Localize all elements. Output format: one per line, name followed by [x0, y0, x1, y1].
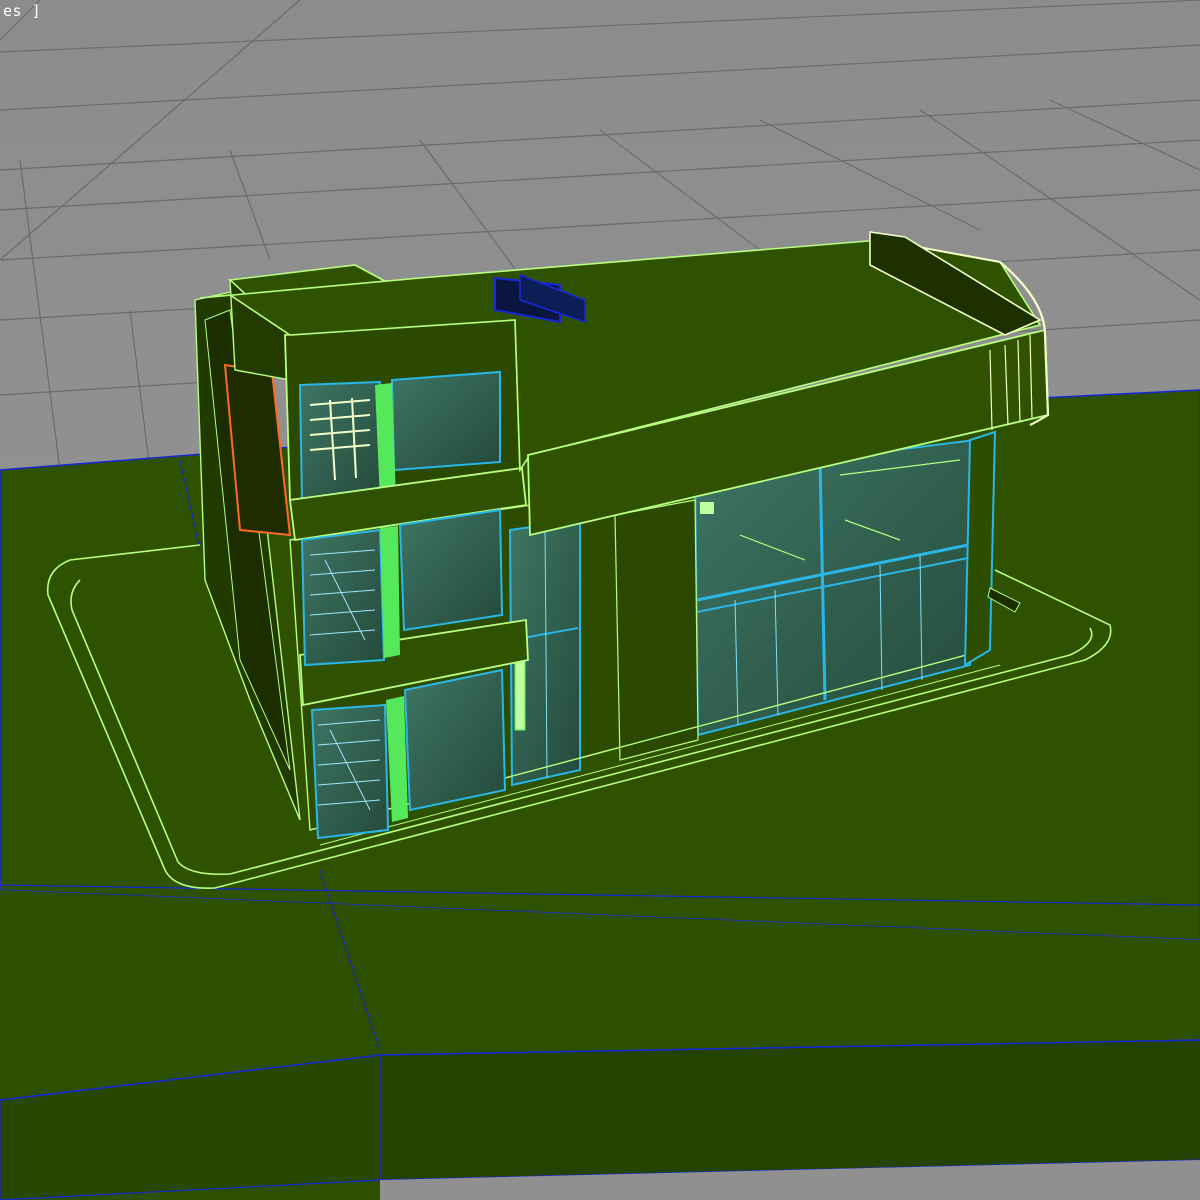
viewport-label[interactable]: es ]	[0, 0, 44, 22]
viewport-canvas[interactable]	[0, 0, 1200, 1200]
perspective-viewport[interactable]: es ]	[0, 0, 1200, 1200]
